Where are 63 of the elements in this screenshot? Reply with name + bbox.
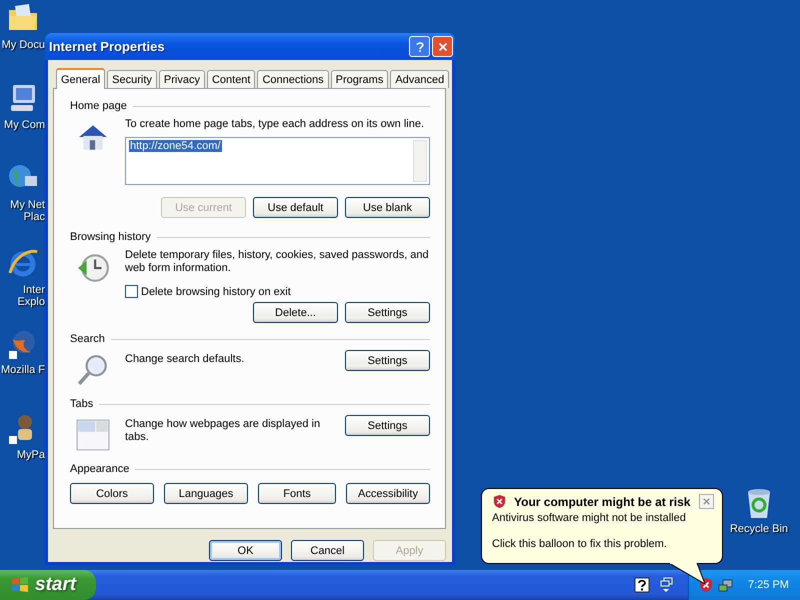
dialog-button[interactable]: Cancel xyxy=(291,540,364,561)
browser-icon[interactable] xyxy=(7,247,39,279)
history-button[interactable]: Delete... xyxy=(253,302,338,323)
balloon-tail xyxy=(669,563,709,585)
desktop-icon-label[interactable]: Explo xyxy=(17,296,45,308)
help-icon[interactable] xyxy=(634,577,650,593)
tab[interactable]: General xyxy=(56,68,106,89)
network-icon[interactable] xyxy=(718,577,734,593)
home-page-field[interactable]: http://zone54.com/ xyxy=(125,137,430,185)
appearance-button[interactable]: Accessibility xyxy=(346,483,430,504)
description-text: Change search defaults. xyxy=(125,352,246,366)
dialog-button[interactable]: OK xyxy=(209,540,282,561)
window-title: Internet Properties xyxy=(49,39,166,54)
history-button[interactable]: Settings xyxy=(345,302,430,323)
desktop-icon-label[interactable]: Mozilla F xyxy=(0,364,45,376)
home-page-button[interactable]: Use default xyxy=(253,197,338,218)
checkbox-label[interactable]: Delete browsing history on exit xyxy=(141,286,291,298)
desktop-icon-label[interactable]: Inter xyxy=(22,284,45,296)
windows-flag-icon xyxy=(10,575,30,595)
balloon-title: Your computer might be at risk xyxy=(514,494,692,508)
close-icon xyxy=(702,497,711,506)
restore-icon[interactable] xyxy=(658,577,674,593)
appearance-button[interactable]: Colors xyxy=(70,483,154,504)
checkbox[interactable] xyxy=(125,285,138,298)
shield-icon xyxy=(492,494,507,509)
description-text: Change how webpages are displayed in tabs. xyxy=(125,417,322,444)
appearance-button[interactable]: Languages xyxy=(164,483,248,504)
group-heading: Home page xyxy=(70,100,127,112)
group-heading: Search xyxy=(70,333,105,345)
tab[interactable]: Content xyxy=(206,70,256,88)
clock-icon xyxy=(76,251,110,285)
tab[interactable]: Privacy xyxy=(158,70,205,88)
magnifier-icon xyxy=(76,353,110,387)
shield-icon[interactable] xyxy=(698,577,714,593)
desktop-icon-label[interactable]: MyPa xyxy=(16,449,45,461)
tab[interactable]: Advanced xyxy=(390,70,450,88)
search-settings-button[interactable]: Settings xyxy=(345,350,430,371)
desktop-icon-label[interactable]: My Net xyxy=(10,199,45,211)
desktop-icon-label[interactable]: Plac xyxy=(24,211,45,223)
balloon-text: Click this balloon to fix this problem. xyxy=(492,538,668,551)
tab[interactable]: Connections xyxy=(257,70,329,88)
tab[interactable]: Security xyxy=(107,70,157,88)
desktop-icon-label[interactable]: Recycle Bin xyxy=(730,523,788,535)
desktop-icon-label[interactable]: My Com xyxy=(4,119,45,131)
description-text: Delete temporary files, history, cookies, saved passwords, and web form information. xyxy=(125,249,430,275)
tab[interactable]: Programs xyxy=(330,70,388,88)
clock: 7:25 PM xyxy=(748,579,789,591)
balloon-text: Antivirus software might not be installed xyxy=(492,512,687,525)
desktop-icon-label[interactable]: My Docu xyxy=(2,39,45,51)
url-text: http://zone54.com/ xyxy=(129,140,222,152)
notification-balloon[interactable]: Your computer might be at risk Antivirus software might not be installed Click this balloon to fix this problem. xyxy=(481,488,723,564)
close-button[interactable] xyxy=(699,494,714,509)
help-button[interactable] xyxy=(409,36,430,57)
instruction-text: To create home page tabs, type each address on its own line. xyxy=(125,118,426,131)
tabbed-window-icon xyxy=(76,418,110,452)
group-heading: Appearance xyxy=(70,463,130,475)
start-button[interactable]: start xyxy=(0,570,96,600)
tabs-settings-button[interactable]: Settings xyxy=(345,415,430,436)
group-heading: Tabs xyxy=(70,398,94,410)
appearance-button[interactable]: Fonts xyxy=(258,483,336,504)
home-page-button[interactable]: Use blank xyxy=(345,197,430,218)
scrollbar[interactable] xyxy=(413,140,427,182)
group-heading: Browsing history xyxy=(70,231,151,243)
